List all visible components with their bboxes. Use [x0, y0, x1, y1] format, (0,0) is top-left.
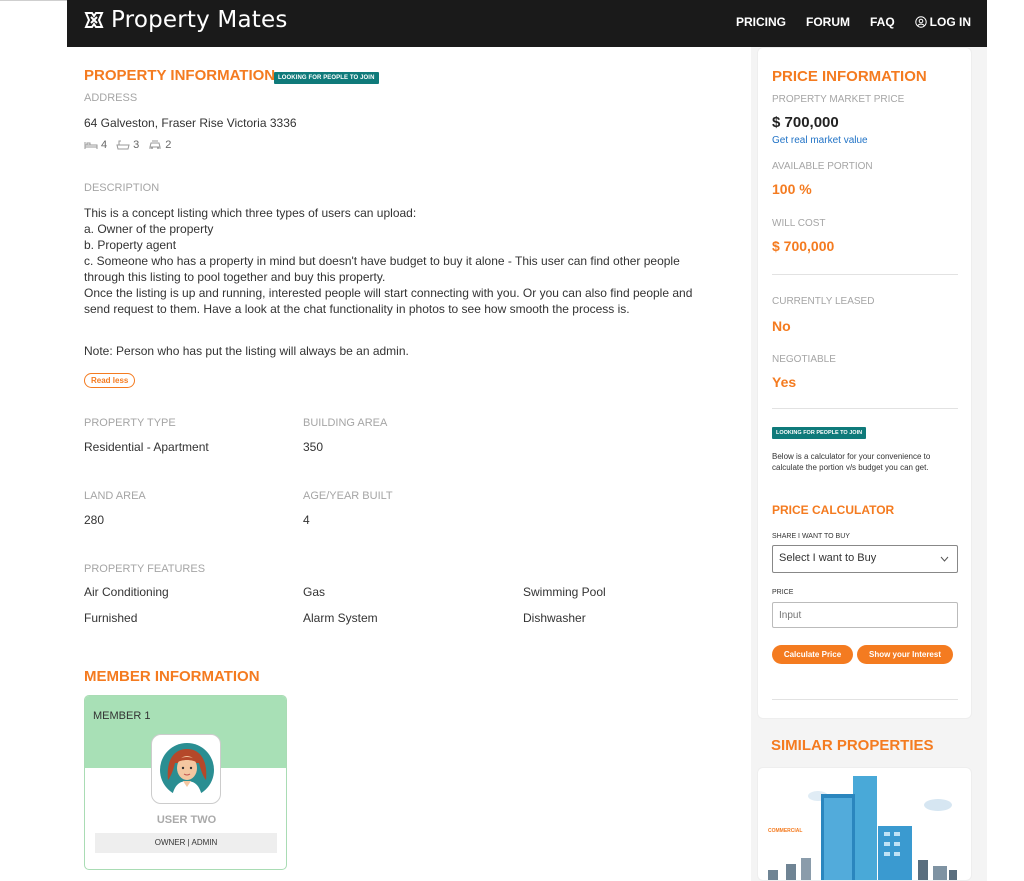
- share-select-value: Select I want to Buy: [779, 552, 877, 564]
- price-input[interactable]: [772, 602, 958, 628]
- nav-faq[interactable]: FAQ: [870, 15, 895, 29]
- description-line: This is a concept listing which three ty…: [84, 206, 417, 220]
- chevron-down-icon: [940, 556, 949, 562]
- parking-count: 2: [165, 139, 172, 151]
- age-value: 4: [303, 513, 310, 527]
- currently-leased-value: No: [772, 318, 791, 334]
- address-label: ADDRESS: [84, 92, 138, 104]
- feature-item: Alarm System: [303, 611, 378, 625]
- feature-item: Furnished: [84, 611, 138, 625]
- property-type-label: PROPERTY TYPE: [84, 417, 176, 429]
- divider: [772, 408, 958, 409]
- available-portion-label: AVAILABLE PORTION: [772, 161, 873, 172]
- car-icon: [149, 140, 161, 149]
- share-label: SHARE I WANT TO BUY: [772, 533, 850, 540]
- top-navbar: Property Mates PRICING FORUM FAQ LOG IN: [67, 0, 987, 47]
- address-value: 64 Galveston, Fraser Rise Victoria 3336: [84, 116, 297, 130]
- market-price-label: PROPERTY MARKET PRICE: [772, 94, 905, 105]
- looking-badge: LOOKING FOR PEOPLE TO JOIN: [772, 427, 867, 439]
- currently-leased-label: CURRENTLY LEASED: [772, 296, 875, 307]
- similar-property-card[interactable]: COMMERCIAL: [757, 767, 972, 881]
- member-label: MEMBER 1: [93, 710, 151, 722]
- land-area-value: 280: [84, 513, 105, 527]
- will-cost-label: WILL COST: [772, 218, 826, 229]
- price-info-title: PRICE INFORMATION: [772, 68, 927, 85]
- price-info-card: PRICE INFORMATION PROPERTY MARKET PRICE …: [757, 47, 972, 719]
- nav-login[interactable]: LOG IN: [914, 15, 971, 29]
- calculate-price-button[interactable]: Calculate Price: [772, 645, 853, 664]
- divider: [772, 699, 958, 700]
- avatar-icon: [160, 743, 214, 797]
- member-info-title: MEMBER INFORMATION: [84, 668, 260, 685]
- nav-pricing[interactable]: PRICING: [736, 15, 786, 29]
- main-content: PROPERTY INFORMATION LOOKING FOR PEOPLE …: [67, 47, 751, 881]
- nav-forum[interactable]: FORUM: [806, 15, 850, 29]
- negotiable-value: Yes: [772, 374, 797, 390]
- description-line: Once the listing is up and running, inte…: [84, 286, 693, 300]
- main-nav: PRICING FORUM FAQ LOG IN: [716, 15, 971, 29]
- property-stats: 4 3 2: [84, 139, 180, 151]
- property-tag: COMMERCIAL: [768, 828, 803, 834]
- negotiable-label: NEGOTIABLE: [772, 354, 836, 365]
- feature-item: Air Conditioning: [84, 585, 169, 599]
- show-interest-button[interactable]: Show your Interest: [857, 645, 953, 664]
- will-cost-value: $ 700,000: [772, 238, 835, 254]
- page-body: PROPERTY INFORMATION LOOKING FOR PEOPLE …: [67, 47, 987, 881]
- building-illustration: [768, 776, 957, 880]
- looking-badge: LOOKING FOR PEOPLE TO JOIN: [274, 72, 379, 84]
- description-line: c. Someone who has a property in mind bu…: [84, 254, 680, 268]
- age-label: AGE/YEAR BUILT: [303, 490, 393, 502]
- avatar: [151, 734, 221, 804]
- market-price-value: $ 700,000: [772, 114, 839, 131]
- calculator-intro: Below is a calculator for your convenien…: [772, 452, 931, 472]
- bed-count: 4: [101, 139, 108, 151]
- read-less-button[interactable]: Read less: [84, 373, 136, 388]
- real-value-link[interactable]: Get real market value: [772, 135, 868, 146]
- available-portion-value: 100 %: [772, 181, 812, 197]
- description-line: a. Owner of the property: [84, 222, 214, 236]
- nav-login-label: LOG IN: [929, 15, 971, 29]
- property-type-value: Residential - Apartment: [84, 440, 209, 454]
- description-note: Note: Person who has put the listing wil…: [84, 344, 409, 358]
- logo[interactable]: Property Mates: [83, 7, 288, 33]
- building-area-label: BUILDING AREA: [303, 417, 388, 429]
- bath-count: 3: [133, 139, 140, 151]
- logo-text: Property Mates: [111, 7, 288, 33]
- price-label: PRICE: [772, 589, 794, 596]
- feature-item: Gas: [303, 585, 326, 599]
- description-line: through this listing to pool together an…: [84, 270, 386, 284]
- divider: [772, 274, 958, 275]
- similar-properties-title: SIMILAR PROPERTIES: [771, 737, 934, 754]
- bed-icon: [84, 142, 98, 149]
- description-text: This is a concept listing which three ty…: [84, 205, 724, 317]
- member-role: OWNER | ADMIN: [95, 833, 277, 853]
- price-calculator-title: PRICE CALCULATOR: [772, 503, 895, 517]
- feature-item: Dishwasher: [523, 611, 586, 625]
- logo-icon: [84, 12, 104, 28]
- property-info-title: PROPERTY INFORMATION: [84, 67, 276, 84]
- member-card[interactable]: MEMBER 1 USER TWO OWNER | ADMIN: [84, 695, 287, 870]
- features-label: PROPERTY FEATURES: [84, 563, 206, 575]
- description-line: send request to them. Have a look at the…: [84, 302, 630, 316]
- bath-icon: [116, 140, 130, 150]
- description-label: DESCRIPTION: [84, 182, 160, 194]
- user-icon: [914, 16, 927, 28]
- feature-item: Swimming Pool: [523, 585, 606, 599]
- building-area-value: 350: [303, 440, 324, 454]
- land-area-label: LAND AREA: [84, 490, 146, 502]
- share-select[interactable]: Select I want to Buy: [772, 545, 958, 573]
- member-name: USER TWO: [156, 814, 217, 826]
- description-line: b. Property agent: [84, 238, 177, 252]
